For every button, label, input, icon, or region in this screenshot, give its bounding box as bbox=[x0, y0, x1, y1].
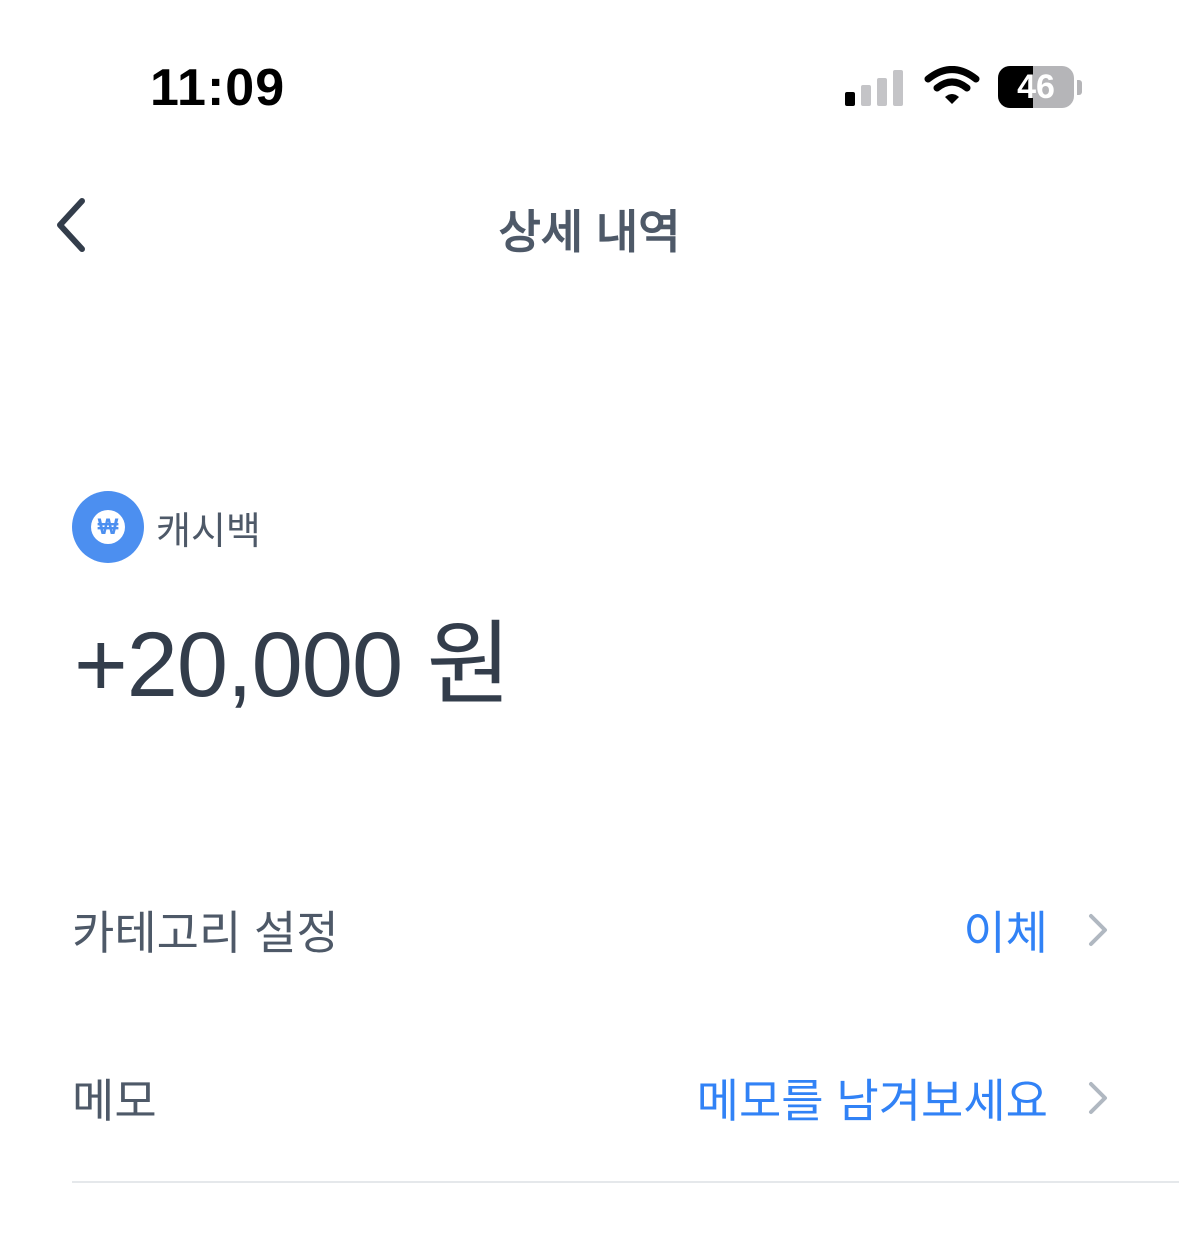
divider bbox=[72, 1181, 1179, 1183]
memo-label: 메모 bbox=[72, 1075, 157, 1127]
category-setting-label: 카테고리 설정 bbox=[72, 907, 339, 959]
page-title: 상세 내역 bbox=[498, 206, 681, 258]
status-time: 11:09 bbox=[150, 59, 286, 117]
category-setting-row[interactable]: 카테고리 설정 이체 bbox=[72, 880, 1112, 980]
won-icon-glyph: ₩ bbox=[91, 510, 125, 544]
battery-icon: 46 bbox=[998, 66, 1074, 108]
transaction-type-label: 캐시백 bbox=[156, 510, 261, 553]
memo-placeholder: 메모를 남겨보세요 bbox=[696, 1075, 1048, 1127]
won-icon: ₩ bbox=[72, 491, 144, 563]
wifi-icon bbox=[924, 66, 980, 104]
signal-icon bbox=[845, 70, 903, 106]
status-bar: 11:09 46 bbox=[0, 0, 1179, 150]
transaction-type: ₩ 캐시백 bbox=[72, 491, 261, 563]
battery-nub bbox=[1077, 80, 1082, 95]
memo-row[interactable]: 메모 메모를 남겨보세요 bbox=[72, 1048, 1112, 1148]
chevron-right-icon bbox=[1084, 1078, 1112, 1118]
battery-percent: 46 bbox=[1017, 68, 1055, 106]
category-value: 이체 bbox=[963, 907, 1048, 959]
chevron-right-icon bbox=[1084, 910, 1112, 950]
transaction-amount: +20,000 원 bbox=[74, 614, 511, 716]
